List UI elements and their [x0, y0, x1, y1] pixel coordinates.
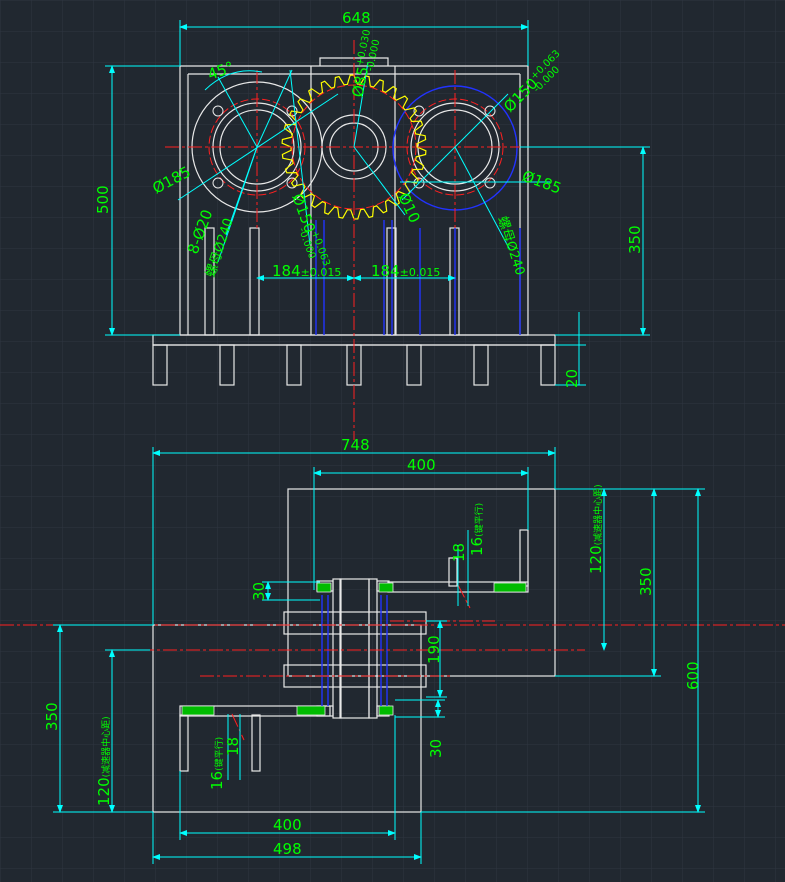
- dim-498: 498: [273, 840, 302, 858]
- dim-30-lower: 30: [427, 739, 445, 758]
- cad-drawing: 648 500 350 20 184±0.015 184±0.015 45° Ø…: [0, 0, 785, 882]
- grid-background: [0, 0, 785, 882]
- dim-190: 190: [425, 635, 443, 664]
- dim-648: 648: [342, 9, 371, 27]
- dim-400-bottom: 400: [273, 816, 302, 834]
- dim-350-top-left: 350: [43, 702, 61, 731]
- dim-500: 500: [94, 185, 112, 214]
- dim-350-front: 350: [626, 225, 644, 254]
- dim-350-top-right: 350: [637, 567, 655, 596]
- dim-30-upper: 30: [250, 582, 268, 601]
- dim-18-upper: 18: [450, 543, 468, 562]
- dim-748: 748: [341, 436, 370, 454]
- dim-18-lower: 18: [224, 737, 242, 756]
- dim-600: 600: [684, 661, 702, 690]
- dim-20: 20: [563, 369, 581, 388]
- dim-400-top: 400: [407, 456, 436, 474]
